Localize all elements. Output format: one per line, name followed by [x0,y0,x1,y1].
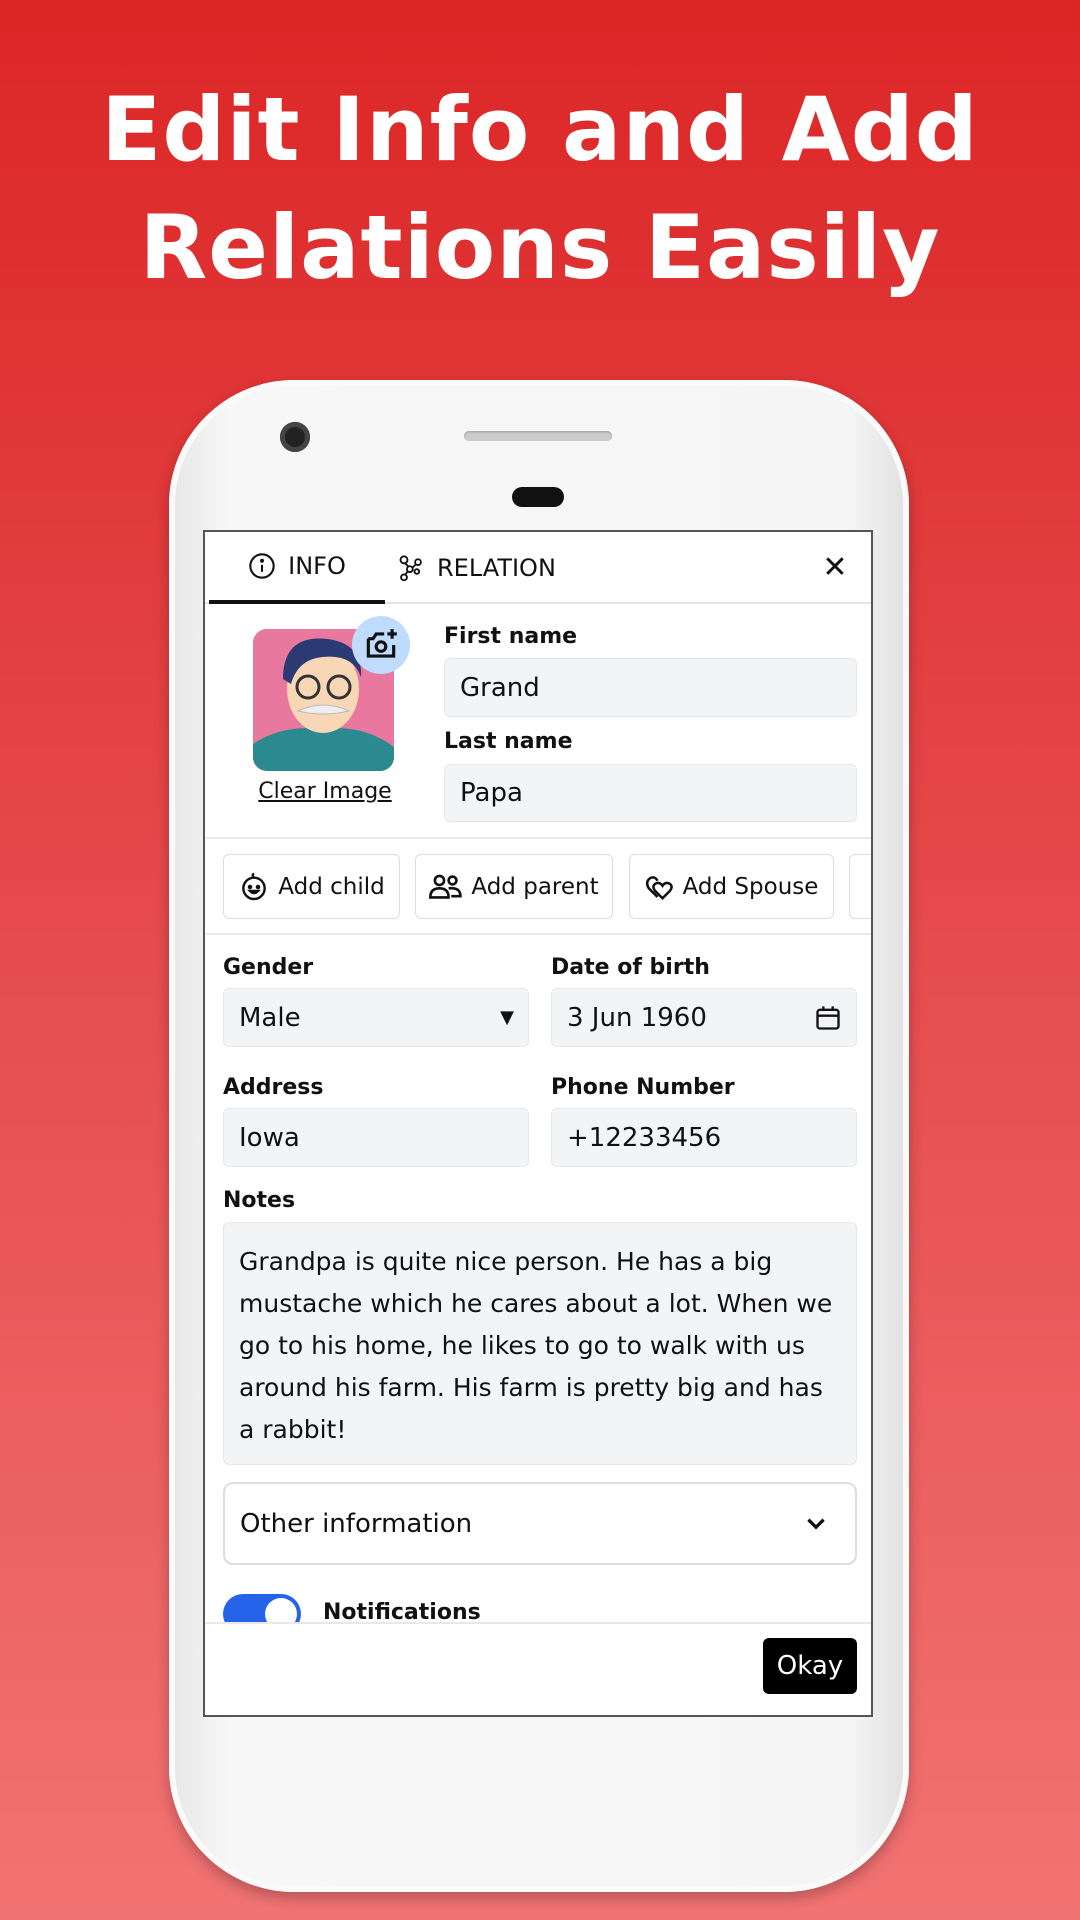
edit-person-dialog: INFO RELATION ✕ Clear Image First name G… [203,530,873,1717]
notes-textarea[interactable]: Grandpa is quite nice person. He has a b… [223,1222,857,1465]
proximity-sensor [512,487,564,507]
last-name-field[interactable]: Papa [444,764,857,822]
divider [205,933,871,935]
info-circle-icon [249,553,275,579]
divider [205,837,871,839]
notes-label: Notes [223,1188,296,1213]
phone-label: Phone Number [551,1075,735,1100]
speaker-grille [464,431,612,441]
add-spouse-label: Add Spouse [682,873,819,900]
gender-select[interactable]: Male ▼ [223,988,529,1047]
chevron-down-icon [807,1518,825,1530]
last-name-label: Last name [444,729,573,754]
more-relation-button[interactable] [849,854,871,919]
calendar-icon[interactable] [814,1004,842,1032]
phone-field[interactable]: +12233456 [551,1108,857,1167]
first-name-label: First name [444,624,578,649]
add-parent-label: Add parent [471,873,599,900]
gender-value: Male [239,1002,301,1033]
add-child-label: Add child [278,873,385,900]
clear-image-link[interactable]: Clear Image [245,779,405,804]
other-information-label: Other information [240,1508,473,1539]
front-camera [280,422,310,452]
dialog-footer: Okay [205,1622,871,1715]
dob-value: 3 Jun 1960 [567,1002,707,1033]
caret-down-icon: ▼ [500,1007,514,1028]
tab-info[interactable]: INFO [209,532,385,604]
close-button[interactable]: ✕ [817,550,853,586]
camera-plus-icon [366,629,397,658]
dob-field[interactable]: 3 Jun 1960 [551,988,857,1047]
baby-face-icon [242,872,267,900]
tab-info-label: INFO [288,552,346,580]
tab-relation[interactable]: RELATION [397,532,556,604]
other-information-accordion[interactable]: Other information [223,1482,857,1565]
users-icon [429,874,463,899]
address-label: Address [223,1075,324,1100]
dob-label: Date of birth [551,955,710,980]
tab-relation-label: RELATION [437,554,556,582]
add-parent-button[interactable]: Add parent [415,854,613,919]
address-field[interactable]: Iowa [223,1108,529,1167]
add-child-button[interactable]: Add child [223,854,400,919]
change-photo-button[interactable] [352,616,410,674]
hearts-icon [645,875,673,900]
gender-label: Gender [223,955,314,980]
first-name-field[interactable]: Grand [444,658,857,717]
relation-nodes-icon [399,555,422,582]
close-icon: ✕ [822,550,848,585]
tab-bar: INFO RELATION ✕ [205,532,871,604]
headline-line-1: Edit Info and Add [101,78,979,181]
okay-button[interactable]: Okay [763,1638,857,1694]
add-spouse-button[interactable]: Add Spouse [629,854,834,919]
headline-line-2: Relations Easily [139,196,941,299]
